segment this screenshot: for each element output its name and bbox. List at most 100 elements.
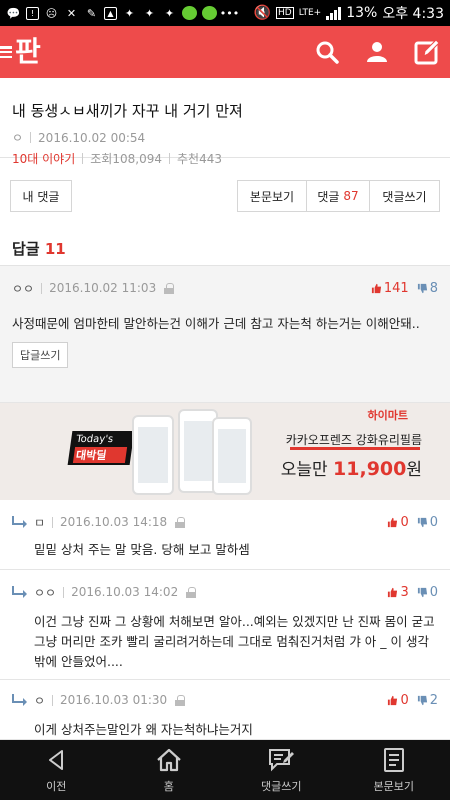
thumbs-down-icon <box>417 695 427 705</box>
comment-user[interactable]: ㅇㅇ <box>34 584 56 601</box>
comments-count: 87 <box>343 189 359 203</box>
views-label: 조회 <box>90 152 113 166</box>
downvote-count: 0 <box>429 514 438 530</box>
app-logo[interactable]: 판 <box>15 38 41 66</box>
upvote-count: 0 <box>400 692 409 708</box>
reply-comment: ㅇ 2016.10.03 01:30 0 2 이게 상처주는말인가 왜 자는척하… <box>0 680 450 740</box>
battery-level: 13% <box>346 5 378 21</box>
reply-button[interactable]: 답글쓰기 <box>12 342 69 368</box>
downvote-button[interactable]: 8 <box>417 281 438 296</box>
lock-icon <box>164 282 175 294</box>
thumbs-down-icon <box>417 283 427 293</box>
view-post-label: 본문보기 <box>373 780 414 793</box>
comment-date: 2016.10.03 14:02 <box>71 585 179 599</box>
comment-header: ㅇㅇ 2016.10.03 14:02 3 0 <box>12 582 438 602</box>
comment-user[interactable]: ㅁ <box>34 514 45 531</box>
view-post-nav-button[interactable]: 본문보기 <box>338 740 450 800</box>
comment-header: ㅇ 2016.10.03 01:30 0 2 <box>12 690 438 710</box>
thumbs-down-icon <box>417 587 427 597</box>
comment-header: ㅁ 2016.10.03 14:18 0 0 <box>12 512 438 532</box>
post-date: 2016.10.02 00:54 <box>38 130 146 145</box>
replies-label: 답글 <box>12 240 40 258</box>
write-comment-label: 댓글쓰기 <box>261 780 302 793</box>
comment-user[interactable]: ㅇ <box>34 692 45 709</box>
lock-icon <box>175 694 186 706</box>
reply-arrow-icon <box>12 516 27 528</box>
lock-icon <box>186 586 197 598</box>
parent-comment: ㅇㅇ 2016.10.02 11:03 141 8 사정때문에 엄마한테 말안하… <box>0 266 450 403</box>
user-icon[interactable] <box>364 39 390 65</box>
home-nav-button[interactable]: 홈 <box>113 740 226 800</box>
image-icon: ▲ <box>104 6 117 20</box>
downvote-count: 0 <box>429 584 438 600</box>
message-icon: 💬 <box>6 6 21 20</box>
upvote-button[interactable]: 0 <box>387 514 409 530</box>
app-bar: 판 <box>0 26 450 78</box>
emoji-icon: ☹ <box>45 6 58 20</box>
ad-phone-image <box>212 417 252 495</box>
downvote-button[interactable]: 2 <box>417 693 438 708</box>
thumbs-up-icon <box>388 517 398 527</box>
twitter-icon: ✦ <box>144 6 155 20</box>
post-header: 내 동생ㅅㅂ새끼가 자꾸 내 거기 만져 ㅇ 2016.10.02 00:54 … <box>0 78 450 166</box>
reply-comment: ㅇㅇ 2016.10.03 14:02 3 0 이건 그냥 진짜 그 상황에 처… <box>0 570 450 680</box>
more-dots-icon: ••• <box>219 6 240 20</box>
back-nav-button[interactable]: 이전 <box>0 740 113 800</box>
reply-comment: ㅁ 2016.10.03 14:18 0 0 밑밑 상처 주는 말 맞음. 당해… <box>0 500 450 570</box>
twitter-icon: ✦ <box>164 6 175 20</box>
downvote-button[interactable]: 0 <box>417 585 438 600</box>
upvote-button[interactable]: 3 <box>387 585 409 600</box>
home-icon <box>157 748 181 772</box>
clock: 오후 4:33 <box>382 6 444 22</box>
screen: 💬 ! ☹ ✕ ✎ ▲ ✦ ✦ ✦ ••• 🔇 HD LTE+ 13% 오후 4… <box>0 0 450 800</box>
network-type: LTE+ <box>298 8 322 18</box>
comment-edit-icon <box>269 749 295 772</box>
comment-body: 밑밑 상처 주는 말 맞음. 당해 보고 말하셈 <box>34 542 250 557</box>
thumbs-down-icon <box>417 517 427 527</box>
comment-header: ㅇㅇ 2016.10.02 11:03 141 8 <box>12 278 438 298</box>
write-comment-button[interactable]: 댓글쓰기 <box>369 180 440 212</box>
thumbs-up-icon <box>371 283 381 293</box>
search-icon[interactable] <box>314 39 340 65</box>
upvote-button[interactable]: 0 <box>387 692 409 708</box>
comments-tab[interactable]: 댓글 87 <box>306 180 370 212</box>
comment-user[interactable]: ㅇㅇ <box>12 280 34 297</box>
ad-price-prefix: 오늘만 <box>280 460 328 480</box>
ad-badge-main: 대박딜 <box>72 447 128 463</box>
upvote-count: 141 <box>383 280 409 296</box>
comment-tabs: 내 댓글 본문보기 댓글 87 댓글쓰기 <box>10 180 440 212</box>
post-title: 내 동생ㅅㅂ새끼가 자꾸 내 거기 만져 <box>12 102 243 120</box>
post-category[interactable]: 10대 이야기 <box>12 150 75 167</box>
ad-price-unit: 원 <box>406 460 422 480</box>
comment-body: 이건 그냥 진짜 그 상황에 처해보면 알아...예외는 있겠지만 난 진짜 몸… <box>34 614 435 669</box>
post-stats: 10대 이야기 조회 108,094 추천 443 <box>12 150 438 167</box>
frog-app-icon <box>202 6 217 20</box>
comment-date: 2016.10.02 11:03 <box>49 281 157 295</box>
upvote-button[interactable]: 141 <box>371 281 409 296</box>
comment-date: 2016.10.03 01:30 <box>60 693 168 707</box>
edit-icon[interactable] <box>414 39 440 65</box>
post-meta: ㅇ 2016.10.02 00:54 <box>12 129 438 146</box>
reply-arrow-icon <box>12 694 27 706</box>
replies-count: 11 <box>44 240 66 258</box>
recommend-label: 추천 <box>176 152 200 166</box>
bottom-nav: 이전 홈 댓글쓰기 본문보기 <box>0 740 450 800</box>
write-comment-nav-button[interactable]: 댓글쓰기 <box>225 740 338 800</box>
post-author[interactable]: ㅇ <box>12 129 23 146</box>
menu-icon[interactable] <box>0 44 14 60</box>
thumbs-up-icon <box>388 695 398 705</box>
status-bar: 💬 ! ☹ ✕ ✎ ▲ ✦ ✦ ✦ ••• 🔇 HD LTE+ 13% 오후 4… <box>0 0 450 26</box>
downvote-count: 8 <box>429 280 438 296</box>
view-post-button[interactable]: 본문보기 <box>237 180 307 212</box>
lock-icon <box>175 516 186 528</box>
my-comments-button[interactable]: 내 댓글 <box>10 180 72 212</box>
notification-icons: 💬 ! ☹ ✕ ✎ ▲ ✦ ✦ ✦ ••• <box>6 6 240 21</box>
ad-banner[interactable]: Today's 대박딜 하이마트 카카오프렌즈 강화유리필름 오늘만 11,90… <box>0 403 450 500</box>
downvote-button[interactable]: 0 <box>417 515 438 530</box>
twitter-icon: ✦ <box>124 6 135 20</box>
comment-body: 사정때문에 엄마한테 말안하는건 이해가 근데 참고 자는척 하는거는 이해안돼… <box>12 316 420 331</box>
ad-phone-image <box>132 415 174 495</box>
notice-icon: ! <box>26 6 39 20</box>
downvote-count: 2 <box>429 692 438 708</box>
upvote-count: 0 <box>400 514 409 530</box>
